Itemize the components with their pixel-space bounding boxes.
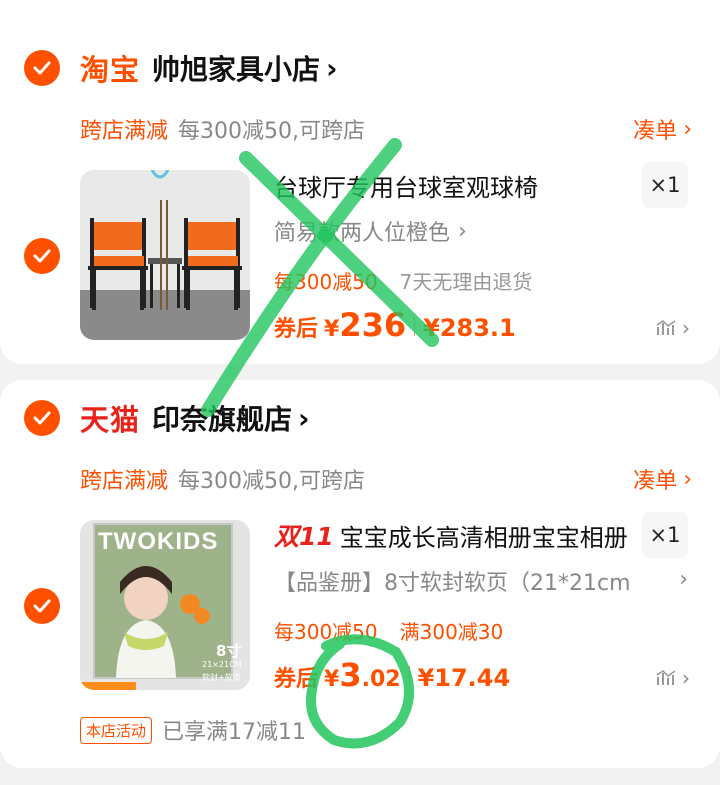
coudan-button[interactable]: 凑单 › (633, 464, 692, 495)
store-name[interactable]: 印奈旗舰店 (152, 398, 292, 438)
product-title-row[interactable]: 双11 宝宝成长高清相册宝宝相册 (274, 518, 628, 552)
price-trend-icon (656, 320, 676, 335)
product-tags: 每300减50 7天无理由退货 (274, 266, 532, 294)
store-select-checkbox[interactable] (24, 400, 60, 436)
check-icon (33, 61, 51, 75)
store-card-1: 淘宝 帅旭家具小店 › 跨店满减 每300减50,可跨店 凑单 › 台球厅专用台… (0, 0, 720, 364)
price-row: 券后 ¥ 3 .02 ¥17.44 (274, 656, 510, 696)
check-icon (33, 249, 51, 263)
price-trend-button[interactable]: › (656, 666, 690, 690)
chair-product-image (80, 170, 250, 340)
sku-selector[interactable]: 【品鉴册】8寸软封软页（21*21cm (274, 565, 631, 597)
platform-label: 天猫 (80, 403, 141, 437)
store-select-checkbox[interactable] (24, 50, 60, 86)
activity-text: 已享满17减11 (162, 720, 307, 745)
store-header[interactable]: 淘宝 帅旭家具小店 › (80, 48, 338, 88)
price-prefix: 券后 (274, 667, 319, 692)
promo-tag: 跨店满减 (80, 119, 169, 144)
chevron-right-icon: › (682, 316, 690, 340)
product-thumbnail[interactable] (80, 170, 250, 340)
chevron-right-icon[interactable]: › (679, 567, 688, 592)
promo-tag: 跨店满减 (80, 469, 169, 494)
full-reduction-tag: 满300减30 (399, 619, 504, 644)
price-currency: ¥ (324, 317, 340, 342)
sku-selector[interactable]: 简易款两人位橙色 › (274, 215, 467, 247)
chevron-right-icon: › (683, 466, 692, 492)
sku-text: 【品鉴册】8寸软封软页（21*21cm (274, 571, 631, 596)
chevron-right-icon: › (683, 116, 692, 142)
discount-tag: 每300减50 (274, 269, 378, 294)
double-11-badge: 双11 (274, 522, 334, 551)
original-price: ¥17.44 (417, 664, 511, 692)
item-select-checkbox[interactable] (24, 238, 60, 274)
original-price: ¥283.1 (423, 314, 516, 342)
chevron-right-icon: › (326, 51, 338, 85)
product-title[interactable]: 台球厅专用台球室观球椅 (274, 168, 538, 202)
coudan-label: 凑单 (633, 469, 678, 494)
quantity-button[interactable]: ×1 (642, 162, 688, 208)
check-icon (33, 411, 51, 425)
price-divider (414, 316, 416, 336)
promo-row: 跨店满减 每300减50,可跨店 (80, 464, 365, 494)
price-row: 券后 ¥ 236 ¥283.1 (274, 306, 516, 346)
store-name[interactable]: 帅旭家具小店 (152, 48, 320, 88)
chevron-right-icon: › (298, 401, 310, 435)
check-icon (33, 599, 51, 613)
chevron-right-icon: › (458, 218, 467, 244)
discount-tag: 每300减50 (274, 619, 378, 644)
quantity-button[interactable]: ×1 (642, 512, 688, 558)
price-value: 3 (339, 656, 362, 694)
product-thumbnail[interactable]: TWOKIDS 8寸 21×21CM 软封+软页 (80, 520, 250, 690)
price-divider (408, 666, 410, 686)
album-dim-text: 21×21CM (202, 660, 242, 669)
store-header[interactable]: 天猫 印奈旗舰店 › (80, 398, 310, 438)
platform-label: 淘宝 (80, 53, 141, 87)
product-tags: 每300减50 满300减30 (274, 616, 503, 644)
store-activity-row[interactable]: 本店活动 已享满17减11 (80, 714, 306, 746)
album-size-text: 8寸 (216, 642, 242, 660)
price-currency: ¥ (324, 667, 340, 692)
price-decimal: .02 (361, 667, 401, 692)
price-trend-icon (656, 670, 676, 685)
coudan-button[interactable]: 凑单 › (633, 114, 692, 145)
sku-text: 简易款两人位橙色 (274, 221, 451, 246)
album-brand-text: TWOKIDS (98, 528, 219, 555)
activity-badge: 本店活动 (80, 716, 153, 744)
price-value: 236 (339, 306, 407, 344)
price-prefix: 券后 (274, 317, 319, 342)
promo-text: 每300减50,可跨店 (178, 469, 365, 494)
store-card-2: 天猫 印奈旗舰店 › 跨店满减 每300减50,可跨店 凑单 › TWOKIDS … (0, 380, 720, 768)
promo-text: 每300减50,可跨店 (178, 119, 365, 144)
price-trend-button[interactable]: › (656, 316, 690, 340)
return-policy-tag: 7天无理由退货 (399, 269, 533, 294)
chevron-right-icon: › (682, 666, 690, 690)
product-title: 宝宝成长高清相册宝宝相册 (339, 523, 628, 552)
item-select-checkbox[interactable] (24, 588, 60, 624)
promo-row: 跨店满减 每300减50,可跨店 (80, 114, 365, 144)
coudan-label: 凑单 (633, 119, 678, 144)
album-cover-text: 软封+软页 (202, 673, 241, 682)
